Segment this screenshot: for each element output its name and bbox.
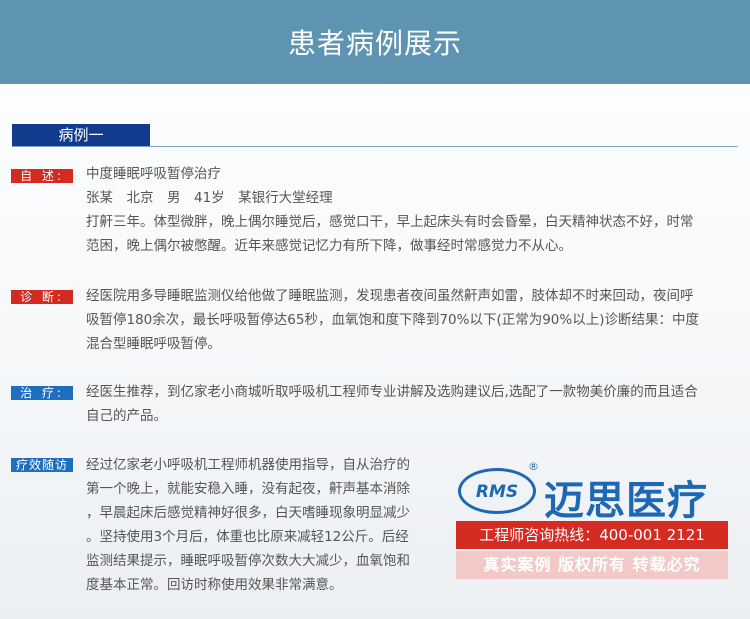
history-line: 张某 北京 男 41岁 某银行大堂经理 bbox=[86, 190, 333, 206]
page-header: 患者病例展示 bbox=[0, 0, 750, 84]
brand-logo: RMS ® 迈思医疗 bbox=[456, 460, 728, 524]
diagnosis-label: 诊 断: bbox=[11, 290, 73, 304]
case-tab: 病例一 bbox=[12, 124, 150, 146]
followup-line: ，早晨起床后感觉精神好很多，白天嗜睡现象明显减少 bbox=[86, 505, 410, 521]
history-line: 中度睡眠呼吸暂停治疗 bbox=[86, 166, 221, 182]
diagnosis-line: 吸暂停180余次，最长呼吸暂停达65秒，血氧饱和度下降到70%以下(正常为90%… bbox=[86, 312, 699, 328]
section-divider bbox=[12, 146, 738, 147]
followup-label: 疗效随访 bbox=[11, 458, 73, 472]
registered-mark: ® bbox=[528, 460, 539, 473]
history-label: 自 述: bbox=[11, 169, 73, 183]
followup-text: 经过亿家老小呼吸机工程师机器使用指导，自从治疗的 第一个晚上，就能安稳入睡，没有… bbox=[86, 453, 410, 597]
page-title: 患者病例展示 bbox=[287, 27, 462, 60]
followup-line: 经过亿家老小呼吸机工程师机器使用指导，自从治疗的 bbox=[86, 457, 410, 473]
diagnosis-text: 经医院用多导睡眠监测仪给他做了睡眠监测，发现患者夜间虽然鼾声如雷，肢体却不时来回… bbox=[86, 284, 699, 356]
history-text: 中度睡眠呼吸暂停治疗 张某 北京 男 41岁 某银行大堂经理 打鼾三年。体型微胖… bbox=[86, 162, 694, 258]
treatment-line: 自己的产品。 bbox=[86, 408, 167, 424]
followup-line: 。坚持使用3个月后，体重也比原来减轻12公斤。后经 bbox=[86, 529, 409, 545]
history-line: 范困，晚上偶尔被憋醒。近年来感觉记忆力有所下降，做事经时常感觉力不从心。 bbox=[86, 238, 572, 254]
followup-line: 第一个晚上，就能安稳入睡，没有起夜，鼾声基本消除 bbox=[86, 481, 410, 497]
copyright-notice: 真实案例 版权所有 转载必究 bbox=[456, 551, 728, 579]
hotline-banner: 工程师咨询热线：400-001 2121 bbox=[456, 521, 728, 549]
brand-name: 迈思医疗 bbox=[544, 478, 708, 524]
rms-logo-text: RMS bbox=[475, 482, 519, 502]
treatment-line: 经医生推荐，到亿家老小商城听取呼吸机工程师专业讲解及选购建议后,选配了一款物美价… bbox=[86, 384, 698, 400]
diagnosis-line: 经医院用多导睡眠监测仪给他做了睡眠监测，发现患者夜间虽然鼾声如雷，肢体却不时来回… bbox=[86, 288, 694, 304]
history-line: 打鼾三年。体型微胖，晚上偶尔睡觉后，感觉口干，早上起床头有时会昏晕，白天精神状态… bbox=[86, 214, 694, 230]
followup-line: 监测结果提示，睡眠呼吸暂停次数大大减少，血氧饱和 bbox=[86, 553, 410, 569]
treatment-text: 经医生推荐，到亿家老小商城听取呼吸机工程师专业讲解及选购建议后,选配了一款物美价… bbox=[86, 380, 698, 428]
diagnosis-line: 混合型睡眠呼吸暂停。 bbox=[86, 336, 221, 352]
treatment-label: 治 疗: bbox=[11, 386, 73, 400]
followup-line: 度基本正常。回访时称使用效果非常满意。 bbox=[86, 577, 343, 593]
